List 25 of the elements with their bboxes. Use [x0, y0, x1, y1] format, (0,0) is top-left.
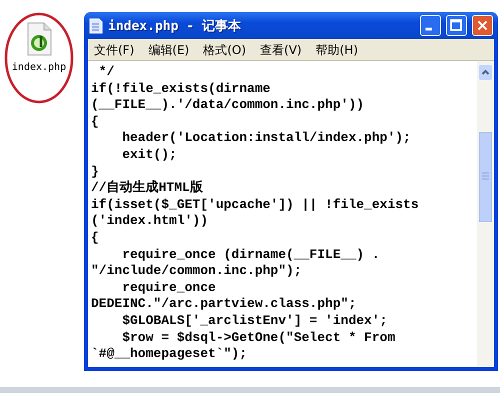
code-line: require_once (dirname(__FILE__) . — [121, 246, 380, 264]
menu-item[interactable]: 文件(F) — [94, 42, 134, 57]
code-line: if(!file_exists(dirname — [91, 80, 270, 98]
code-line: (__FILE__).'/data/common.inc.php')) — [91, 97, 364, 114]
code-line: header('Location:install/index.php'); — [121, 130, 411, 147]
code-line: $row = $dsql->GetOne("Select * From — [121, 330, 396, 346]
code-line: `#@__homepageset`"); — [91, 346, 248, 363]
code-line: //自动生成HTML版 — [91, 180, 203, 197]
menu-item[interactable]: 格式(O) — [203, 42, 246, 57]
code-line: ('index.html')) — [91, 213, 208, 230]
code-line: } — [91, 164, 99, 180]
code-line: { — [91, 114, 99, 130]
window-title: index.php - 记事本 — [108, 18, 242, 34]
menu-item[interactable]: 帮助(H) — [316, 42, 358, 57]
code-line: if(isset($_GET['upcache']) || !file_exists — [91, 196, 419, 214]
code-line: { — [91, 230, 99, 247]
menu-item[interactable]: 查看(V) — [260, 42, 302, 57]
code-line: exit(); — [121, 146, 177, 164]
code-line: */ — [98, 64, 114, 81]
file-name: index.php — [12, 62, 66, 73]
code-line: DEDEINC."/arc.partview.class.php"; — [91, 296, 356, 313]
menu-item[interactable]: 编辑(E) — [148, 42, 190, 57]
code-line: require_once — [121, 280, 216, 296]
code-line: $GLOBALS['_arclistEnv'] = 'index'; — [121, 312, 388, 330]
code-line: "/include/common.inc.php"); — [91, 263, 302, 280]
